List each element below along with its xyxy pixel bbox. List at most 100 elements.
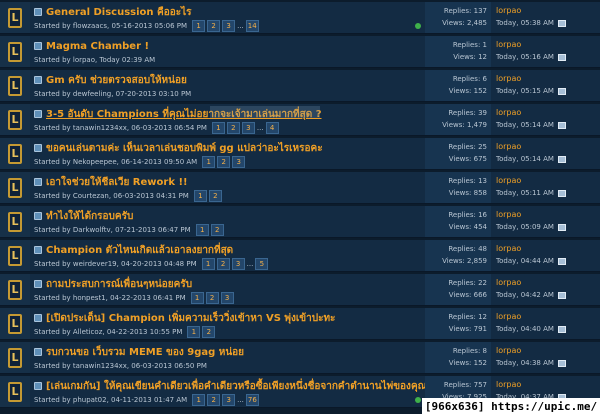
- last-post-cell: lorpao Today, 05:16 AM: [491, 36, 600, 67]
- last-post-user-link[interactable]: lorpao: [496, 107, 595, 119]
- page-link[interactable]: 2: [207, 20, 221, 32]
- last-post-user-link[interactable]: lorpao: [496, 209, 595, 221]
- go-to-last-post-icon[interactable]: [557, 53, 566, 61]
- page-link[interactable]: 2: [208, 190, 222, 202]
- page-link-last[interactable]: 14: [245, 20, 259, 32]
- starter-text: Started by honpest1, 04-22-2013 06:41 PM: [34, 294, 186, 302]
- last-post-user-link[interactable]: lorpao: [496, 5, 595, 17]
- thread-title-link[interactable]: [เปิดประเด็น] Champion เพิ่มความเร็ววิ่ง…: [46, 311, 335, 326]
- go-to-last-post-icon[interactable]: [557, 223, 566, 231]
- replies-count: Replies: 8: [452, 347, 487, 355]
- go-to-last-post-icon[interactable]: [557, 19, 566, 27]
- page-link[interactable]: 1: [192, 20, 206, 32]
- thread-type-icon: [34, 314, 42, 322]
- starter-text: Started by weirdever19, 04-20-2013 04:48…: [34, 260, 197, 268]
- last-post-user-link[interactable]: lorpao: [496, 243, 595, 255]
- thread-main-cell: รบกวนขอ เว็บรวม MEME ของ 9gag หน่อย Start…: [30, 342, 425, 373]
- last-post-time: Today, 05:38 AM: [496, 17, 595, 29]
- go-to-last-post-icon[interactable]: [557, 189, 566, 197]
- last-post-time: Today, 05:14 AM: [496, 119, 595, 131]
- thread-row: L General Discussion คืออะไร Started by fl…: [0, 2, 600, 34]
- league-logo-icon: L: [8, 347, 22, 368]
- last-post-user-link[interactable]: lorpao: [496, 379, 595, 391]
- page-link[interactable]: 1: [187, 326, 201, 338]
- page-link[interactable]: 1: [201, 258, 215, 270]
- page-links: 12: [195, 224, 224, 236]
- last-post-user-link[interactable]: lorpao: [496, 277, 595, 289]
- last-post-time: Today, 05:14 AM: [496, 153, 595, 165]
- go-to-last-post-icon[interactable]: [557, 87, 566, 95]
- page-link[interactable]: 3: [232, 156, 246, 168]
- last-post-user-link[interactable]: lorpao: [496, 345, 595, 357]
- page-link[interactable]: 2: [205, 292, 219, 304]
- page-link[interactable]: 2: [226, 122, 240, 134]
- thread-starter: Started by dewfeeling, 07-20-2013 03:10 …: [34, 87, 421, 101]
- page-ellipsis: ...: [237, 396, 244, 404]
- thread-title-link[interactable]: ขอคนเล่นตามค่ะ เห็นเวลาเล่นชอบพิมพ์ gg แ…: [46, 141, 323, 156]
- page-link[interactable]: 2: [216, 258, 230, 270]
- page-link-last[interactable]: 5: [255, 258, 269, 270]
- thread-title-link[interactable]: เอาใจช่วยให้ชีลเวีย Rework !!: [46, 175, 188, 190]
- last-post-user-link[interactable]: lorpao: [496, 311, 595, 323]
- thread-title-link[interactable]: [เล่นเกมกัน] ให้คุณเขียนคำเดียวเพื่อคำเด…: [46, 379, 425, 394]
- page-link[interactable]: 2: [202, 326, 216, 338]
- thread-starter: Started by lorpao, Today 02:39 AM: [34, 53, 421, 67]
- thread-title-link[interactable]: Champion ตัวไหนเกิดแล้วเอาลงยากที่สุด: [46, 243, 233, 258]
- page-link[interactable]: 1: [202, 156, 216, 168]
- thread-starter: Started by Courtezan, 06-03-2013 04:31 P…: [34, 189, 421, 203]
- league-logo-icon: L: [8, 41, 22, 62]
- thread-type-icon: [34, 246, 42, 254]
- last-post-time-text: Today, 05:14 AM: [496, 121, 554, 129]
- thread-main-cell: [เปิดประเด็น] Champion เพิ่มความเร็ววิ่ง…: [30, 308, 425, 339]
- replies-count: Replies: 48: [448, 245, 487, 253]
- go-to-last-post-icon[interactable]: [557, 291, 566, 299]
- thread-title-link[interactable]: ถามประสบการณ์เพื่อนๆหน่อยครับ: [46, 277, 192, 292]
- page-link[interactable]: 1: [193, 190, 207, 202]
- views-count: Views: 12: [453, 53, 487, 61]
- page-link[interactable]: 2: [207, 394, 221, 406]
- page-link[interactable]: 3: [241, 122, 255, 134]
- thread-title-link[interactable]: General Discussion คืออะไร: [46, 5, 191, 20]
- page-link[interactable]: 1: [190, 292, 204, 304]
- thread-title-link[interactable]: Gm ครับ ช่วยตรวจสอบให้หน่อย: [46, 73, 187, 88]
- go-to-last-post-icon[interactable]: [557, 325, 566, 333]
- page-link[interactable]: 3: [222, 394, 236, 406]
- go-to-last-post-icon[interactable]: [557, 359, 566, 367]
- page-link[interactable]: 3: [220, 292, 234, 304]
- thread-title-link[interactable]: ทำไงให้ได้กรอบครับ: [46, 209, 133, 224]
- starter-text: Started by phupat02, 04-11-2013 01:47 AM: [34, 396, 188, 404]
- thread-row: L 3-5 อันดับ Champions ที่คุณไม่อยากจะเจ้…: [0, 104, 600, 136]
- views-count: Views: 2,859: [442, 257, 487, 265]
- thread-row: L Magma Chamber ! Started by lorpao, Today…: [0, 36, 600, 68]
- thread-title-line: [เล่นเกมกัน] ให้คุณเขียนคำเดียวเพื่อคำเด…: [34, 379, 425, 393]
- page-link[interactable]: 1: [195, 224, 209, 236]
- page-link-last[interactable]: 4: [265, 122, 279, 134]
- thread-main-cell: 3-5 อันดับ Champions ที่คุณไม่อยากจะเจ้า…: [30, 104, 425, 135]
- thread-main-cell: Champion ตัวไหนเกิดแล้วเอาลงยากที่สุด Sta…: [30, 240, 425, 271]
- page-link[interactable]: 3: [231, 258, 245, 270]
- last-post-user-link[interactable]: lorpao: [496, 39, 595, 51]
- go-to-last-post-icon[interactable]: [557, 155, 566, 163]
- page-link[interactable]: 2: [217, 156, 231, 168]
- last-post-user-link[interactable]: lorpao: [496, 73, 595, 85]
- thread-title-link[interactable]: Magma Chamber !: [46, 41, 149, 52]
- page-link-last[interactable]: 76: [245, 394, 259, 406]
- last-post-user-link[interactable]: lorpao: [496, 141, 595, 153]
- page-link[interactable]: 2: [210, 224, 224, 236]
- thread-title-line: รบกวนขอ เว็บรวม MEME ของ 9gag หน่อย: [34, 345, 421, 359]
- page-link[interactable]: 1: [211, 122, 225, 134]
- last-post-time-text: Today, 04:42 AM: [496, 291, 554, 299]
- go-to-last-post-icon[interactable]: [557, 121, 566, 129]
- starter-text: Started by dewfeeling, 07-20-2013 03:10 …: [34, 90, 192, 98]
- page-link[interactable]: 3: [222, 20, 236, 32]
- league-logo-icon: L: [8, 211, 22, 232]
- last-post-user-link[interactable]: lorpao: [496, 175, 595, 187]
- page-ellipsis: ...: [237, 22, 244, 30]
- thread-stats-cell: Replies: 1 Views: 12: [425, 36, 491, 67]
- page-link[interactable]: 1: [192, 394, 206, 406]
- thread-icon-cell: L: [0, 172, 30, 203]
- last-post-time-text: Today, 05:16 AM: [496, 53, 554, 61]
- thread-main-cell: Magma Chamber ! Started by lorpao, Today …: [30, 36, 425, 67]
- thread-title-link[interactable]: รบกวนขอ เว็บรวม MEME ของ 9gag หน่อย: [46, 345, 244, 360]
- go-to-last-post-icon[interactable]: [557, 257, 566, 265]
